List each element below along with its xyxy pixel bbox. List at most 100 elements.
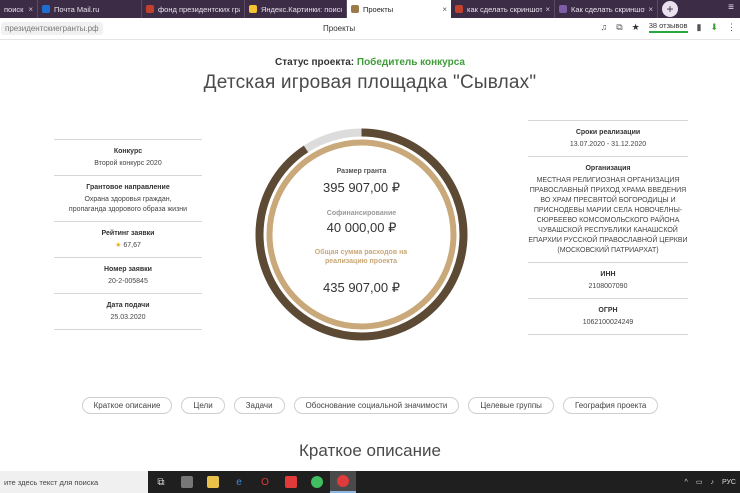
yandex-icon <box>249 5 257 13</box>
browser-tab[interactable]: поиск в × <box>0 0 38 18</box>
info-value: 1062100024249 <box>582 319 634 326</box>
close-icon[interactable]: × <box>442 5 447 14</box>
info-head: Организация <box>585 165 631 172</box>
tab-label: Как сделать скриншот э <box>571 4 646 14</box>
info-head: ИНН <box>600 271 616 278</box>
copy-icon[interactable]: ⧉ <box>616 22 622 33</box>
bookmark-icon[interactable]: ▮ <box>697 22 702 33</box>
info-row: Конкурс Второй конкурс 2020 <box>54 139 202 175</box>
address-bar-actions: ♫ ⧉ ★ 38 отзывов ▮ ⬇ ⋮ <box>600 21 736 33</box>
browser-tab[interactable]: Как сделать скриншот э × <box>555 0 658 18</box>
tab-label: Яндекс.Картинки: поиск <box>261 4 342 14</box>
tab-label: фонд президентских гра <box>158 4 240 14</box>
browser-tab[interactable]: Яндекс.Картинки: поиск <box>245 0 347 18</box>
info-row: Сроки реализации 13.07.2020 - 31.12.2020 <box>528 120 688 156</box>
taskbar: ите здесь текст для поиска ⧉ e O ^ ▭ ♪ Р… <box>0 471 740 493</box>
info-value: Охрана здоровья граждан, пропаганда здор… <box>68 196 188 213</box>
close-icon[interactable]: × <box>648 5 653 14</box>
project-status: Статус проекта: Победитель конкурса <box>0 57 740 68</box>
tab-goals[interactable]: Цели <box>181 397 225 414</box>
total-label: Общая сумма расходов на реализацию проек… <box>314 249 408 265</box>
grant-label: Размер гранта <box>336 168 387 175</box>
left-info-column: Конкурс Второй конкурс 2020 Грантовое на… <box>54 139 202 330</box>
bookmark-icon <box>455 5 463 13</box>
page-title-addr: Проекты <box>323 24 356 33</box>
browser-tabstrip: поиск в × Почта Mail.ru фонд президентск… <box>0 0 740 18</box>
tab-social-significance[interactable]: Обоснование социальной значимости <box>293 397 460 414</box>
document-icon <box>559 5 567 13</box>
info-value: 25.03.2020 <box>110 314 146 321</box>
whatsapp-icon[interactable] <box>304 471 330 493</box>
taskbar-apps: ⧉ e O <box>148 471 356 493</box>
info-row: Рейтинг заявки ★ 67,67 <box>54 221 202 257</box>
volume-icon[interactable]: ♪ <box>710 479 714 486</box>
star-icon: ★ <box>115 242 122 249</box>
yandex-browser-icon[interactable] <box>330 471 356 493</box>
yandex-icon[interactable] <box>278 471 304 493</box>
headphones-icon[interactable]: ♫ <box>600 22 607 32</box>
site-favicon-icon <box>351 5 359 13</box>
language-indicator[interactable]: РУС <box>722 479 736 486</box>
url-field[interactable]: президентскиегранты.рф <box>1 22 103 35</box>
info-value: 2108007090 <box>588 283 628 290</box>
section-title: Краткое описание <box>299 441 441 460</box>
network-icon[interactable]: ▭ <box>696 478 703 486</box>
cofin-label: Софинансирование <box>326 210 397 217</box>
tab-target-groups[interactable]: Целевые группы <box>468 397 554 414</box>
task-view-icon[interactable]: ⧉ <box>148 471 174 493</box>
browser-tab[interactable]: как сделать скриншот н × <box>451 0 555 18</box>
rating-value-wrap: ★ 67,67 <box>54 241 202 251</box>
tab-label: как сделать скриншот н <box>467 4 543 14</box>
bookmark-icon <box>146 5 154 13</box>
opera-icon[interactable]: O <box>252 471 278 493</box>
calculator-icon[interactable] <box>174 471 200 493</box>
info-head: Номер заявки <box>103 266 152 273</box>
info-row: Номер заявки 20-2-005845 <box>54 257 202 293</box>
info-head: ОГРН <box>598 307 618 314</box>
download-icon[interactable]: ⬇ <box>710 22 718 33</box>
explorer-icon[interactable] <box>200 471 226 493</box>
info-row: Грантовое направление Охрана здоровья гр… <box>54 175 202 221</box>
info-head: Сроки реализации <box>575 129 641 136</box>
close-icon[interactable]: × <box>28 5 33 14</box>
info-value: 20-2-005845 <box>108 278 148 285</box>
star-icon[interactable]: ★ <box>632 22 640 33</box>
info-head: Рейтинг заявки <box>101 230 155 237</box>
right-info-column: Сроки реализации 13.07.2020 - 31.12.2020… <box>528 120 688 335</box>
info-row: ИНН 2108007090 <box>528 262 688 298</box>
tab-label: поиск в <box>4 4 25 14</box>
info-row: Дата подачи 25.03.2020 <box>54 293 202 330</box>
info-value: МЕСТНАЯ РЕЛИГИОЗНАЯ ОРГАНИЗАЦИЯ ПРАВОСЛА… <box>528 177 688 254</box>
info-head: Грантовое направление <box>86 184 170 191</box>
taskbar-search-input[interactable]: ите здесь текст для поиска <box>0 471 148 493</box>
tab-summary[interactable]: Краткое описание <box>81 397 173 414</box>
menu-icon[interactable]: ≡ <box>728 2 734 13</box>
info-row: Организация МЕСТНАЯ РЕЛИГИОЗНАЯ ОРГАНИЗА… <box>528 156 688 262</box>
chevron-up-icon[interactable]: ^ <box>685 479 688 486</box>
system-tray: ^ ▭ ♪ РУС <box>685 471 736 493</box>
browser-tab-active[interactable]: Проекты × <box>347 0 451 18</box>
browser-tab[interactable]: Почта Mail.ru <box>38 0 142 18</box>
tab-label: Проекты <box>363 4 394 14</box>
close-icon[interactable]: × <box>545 5 550 14</box>
info-value: Второй конкурс 2020 <box>94 160 162 167</box>
browser-tab[interactable]: фонд президентских гра <box>142 0 245 18</box>
edge-icon[interactable]: e <box>226 471 252 493</box>
reviews-badge[interactable]: 38 отзывов <box>648 21 688 33</box>
info-value: 67,67 <box>123 242 141 249</box>
info-head: Конкурс <box>113 148 143 155</box>
more-icon[interactable]: ⋮ <box>727 22 736 33</box>
tab-geography[interactable]: География проекта <box>562 397 659 414</box>
info-value: 13.07.2020 - 31.12.2020 <box>569 141 647 148</box>
address-bar: президентскиегранты.рф Проекты ♫ ⧉ ★ 38 … <box>0 18 740 40</box>
info-row: ОГРН 1062100024249 <box>528 298 688 335</box>
mail-icon <box>42 5 50 13</box>
new-tab-button[interactable]: + <box>662 1 678 17</box>
grant-value: 395 907,00 ₽ <box>323 180 400 195</box>
tab-tasks[interactable]: Задачи <box>233 397 285 414</box>
cofin-value: 40 000,00 ₽ <box>326 220 397 235</box>
status-label: Статус проекта: <box>275 57 355 68</box>
tab-label: Почта Mail.ru <box>54 4 100 14</box>
total-value: 435 907,00 ₽ <box>323 280 400 295</box>
section-tabs: Краткое описание Цели Задачи Обоснование… <box>0 397 740 414</box>
